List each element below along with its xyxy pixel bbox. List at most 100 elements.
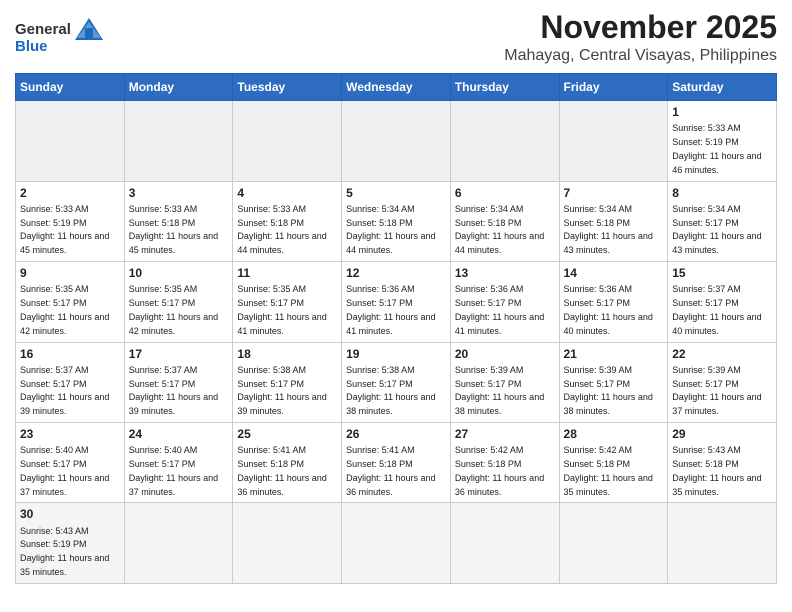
logo: General Blue (15, 10, 103, 55)
day-number: 20 (455, 346, 555, 362)
day-info: Sunrise: 5:36 AMSunset: 5:17 PMDaylight:… (455, 284, 544, 335)
day-info: Sunrise: 5:40 AMSunset: 5:17 PMDaylight:… (20, 445, 109, 496)
day-number: 6 (455, 185, 555, 201)
calendar-cell: 17 Sunrise: 5:37 AMSunset: 5:17 PMDayligh… (124, 342, 233, 422)
day-number: 24 (129, 426, 229, 442)
day-number: 25 (237, 426, 337, 442)
calendar-cell: 22Sunrise: 5:39 AMSunset: 5:17 PMDayligh… (668, 342, 777, 422)
calendar-cell: 14 Sunrise: 5:36 AMSunset: 5:17 PMDayligh… (559, 262, 668, 342)
calendar-cell: 2Sunrise: 5:33 AMSunset: 5:19 PMDaylight… (16, 181, 125, 261)
day-info: Sunrise: 5:43 AMSunset: 5:18 PMDaylight:… (672, 445, 761, 496)
calendar-cell: 8 Sunrise: 5:34 AMSunset: 5:17 PMDaylight… (668, 181, 777, 261)
calendar-cell: 1Sunrise: 5:33 AMSunset: 5:19 PMDaylight… (668, 101, 777, 181)
day-info: Sunrise: 5:38 AMSunset: 5:17 PMDaylight:… (237, 365, 326, 416)
day-info: Sunrise: 5:36 AMSunset: 5:17 PMDaylight:… (564, 284, 653, 335)
day-info: Sunrise: 5:34 AMSunset: 5:18 PMDaylight:… (455, 204, 544, 255)
header-tuesday: Tuesday (233, 74, 342, 101)
day-info: Sunrise: 5:33 AMSunset: 5:18 PMDaylight:… (237, 204, 326, 255)
day-number: 10 (129, 265, 229, 281)
calendar-cell (559, 503, 668, 583)
calendar-cell: 7Sunrise: 5:34 AMSunset: 5:18 PMDaylight… (559, 181, 668, 261)
day-number: 19 (346, 346, 446, 362)
header-thursday: Thursday (450, 74, 559, 101)
day-number: 4 (237, 185, 337, 201)
day-info: Sunrise: 5:40 AMSunset: 5:17 PMDaylight:… (129, 445, 218, 496)
calendar-cell (559, 101, 668, 181)
day-info: Sunrise: 5:35 AMSunset: 5:17 PMDaylight:… (129, 284, 218, 335)
day-info: Sunrise: 5:39 AMSunset: 5:17 PMDaylight:… (564, 365, 653, 416)
day-number: 7 (564, 185, 664, 201)
calendar-row: 16 Sunrise: 5:37 AMSunset: 5:17 PMDayligh… (16, 342, 777, 422)
calendar-row: 9 Sunrise: 5:35 AMSunset: 5:17 PMDaylight… (16, 262, 777, 342)
day-number: 28 (564, 426, 664, 442)
day-info: Sunrise: 5:33 AMSunset: 5:19 PMDaylight:… (672, 123, 761, 174)
calendar-cell: 16Sunrise: 5:37 AMSunset: 5:17 PMDayligh… (16, 342, 125, 422)
calendar-row: 23 Sunrise: 5:40 AMSunset: 5:17 PMDayligh… (16, 422, 777, 502)
calendar-cell: 6 Sunrise: 5:34 AMSunset: 5:18 PMDaylight… (450, 181, 559, 261)
calendar-cell (450, 503, 559, 583)
calendar-cell: 12 Sunrise: 5:36 AMSunset: 5:17 PMDayligh… (342, 262, 451, 342)
day-info: Sunrise: 5:42 AMSunset: 5:18 PMDaylight:… (455, 445, 544, 496)
calendar-cell: 10 Sunrise: 5:35 AMSunset: 5:17 PMDayligh… (124, 262, 233, 342)
calendar-cell: 30 Sunrise: 5:43 AMSunset: 5:19 PMDayligh… (16, 503, 125, 583)
day-info: Sunrise: 5:33 AMSunset: 5:18 PMDaylight:… (129, 204, 218, 255)
day-number: 26 (346, 426, 446, 442)
day-number: 30 (20, 506, 120, 522)
calendar-cell: 3Sunrise: 5:33 AMSunset: 5:18 PMDaylight… (124, 181, 233, 261)
calendar-cell: 29 Sunrise: 5:43 AMSunset: 5:18 PMDayligh… (668, 422, 777, 502)
header-friday: Friday (559, 74, 668, 101)
day-number: 15 (672, 265, 772, 281)
day-info: Sunrise: 5:41 AMSunset: 5:18 PMDaylight:… (237, 445, 326, 496)
day-number: 27 (455, 426, 555, 442)
calendar-row: 30 Sunrise: 5:43 AMSunset: 5:19 PMDayligh… (16, 503, 777, 583)
calendar-cell: 23 Sunrise: 5:40 AMSunset: 5:17 PMDayligh… (16, 422, 125, 502)
calendar-cell: 26 Sunrise: 5:41 AMSunset: 5:18 PMDayligh… (342, 422, 451, 502)
calendar-cell (668, 503, 777, 583)
month-title: November 2025 (504, 10, 777, 45)
day-info: Sunrise: 5:37 AMSunset: 5:17 PMDaylight:… (672, 284, 761, 335)
calendar-cell (124, 503, 233, 583)
calendar-cell: 4 Sunrise: 5:33 AMSunset: 5:18 PMDaylight… (233, 181, 342, 261)
calendar-cell: 27 Sunrise: 5:42 AMSunset: 5:18 PMDayligh… (450, 422, 559, 502)
calendar-cell (16, 101, 125, 181)
day-number: 8 (672, 185, 772, 201)
calendar-cell: 18 Sunrise: 5:38 AMSunset: 5:17 PMDayligh… (233, 342, 342, 422)
day-number: 14 (564, 265, 664, 281)
title-area: November 2025 Mahayag, Central Visayas, … (504, 10, 777, 65)
day-info: Sunrise: 5:41 AMSunset: 5:18 PMDaylight:… (346, 445, 435, 496)
day-number: 29 (672, 426, 772, 442)
day-number: 23 (20, 426, 120, 442)
day-number: 17 (129, 346, 229, 362)
day-info: Sunrise: 5:33 AMSunset: 5:19 PMDaylight:… (20, 204, 109, 255)
day-info: Sunrise: 5:37 AMSunset: 5:17 PMDaylight:… (129, 365, 218, 416)
calendar-cell: 28Sunrise: 5:42 AMSunset: 5:18 PMDayligh… (559, 422, 668, 502)
location-subtitle: Mahayag, Central Visayas, Philippines (504, 47, 777, 65)
calendar-table: Sunday Monday Tuesday Wednesday Thursday… (15, 73, 777, 584)
logo-icon (75, 18, 103, 40)
day-number: 11 (237, 265, 337, 281)
day-info: Sunrise: 5:36 AMSunset: 5:17 PMDaylight:… (346, 284, 435, 335)
calendar-cell: 9 Sunrise: 5:35 AMSunset: 5:17 PMDaylight… (16, 262, 125, 342)
calendar-cell: 20 Sunrise: 5:39 AMSunset: 5:17 PMDayligh… (450, 342, 559, 422)
day-info: Sunrise: 5:38 AMSunset: 5:17 PMDaylight:… (346, 365, 435, 416)
day-info: Sunrise: 5:35 AMSunset: 5:17 PMDaylight:… (20, 284, 109, 335)
logo-general-text: General (15, 21, 71, 38)
day-number: 21 (564, 346, 664, 362)
day-info: Sunrise: 5:39 AMSunset: 5:17 PMDaylight:… (455, 365, 544, 416)
calendar-cell: 15 Sunrise: 5:37 AMSunset: 5:17 PMDayligh… (668, 262, 777, 342)
day-info: Sunrise: 5:34 AMSunset: 5:17 PMDaylight:… (672, 204, 761, 255)
calendar-cell: 11Sunrise: 5:35 AMSunset: 5:17 PMDayligh… (233, 262, 342, 342)
logo-blue-text: Blue (15, 38, 48, 55)
day-number: 9 (20, 265, 120, 281)
weekday-header-row: Sunday Monday Tuesday Wednesday Thursday… (16, 74, 777, 101)
calendar-cell: 25 Sunrise: 5:41 AMSunset: 5:18 PMDayligh… (233, 422, 342, 502)
day-number: 12 (346, 265, 446, 281)
calendar-cell: 5Sunrise: 5:34 AMSunset: 5:18 PMDaylight… (342, 181, 451, 261)
day-info: Sunrise: 5:43 AMSunset: 5:19 PMDaylight:… (20, 526, 109, 577)
calendar-row: 1Sunrise: 5:33 AMSunset: 5:19 PMDaylight… (16, 101, 777, 181)
header-wednesday: Wednesday (342, 74, 451, 101)
day-number: 16 (20, 346, 120, 362)
header-sunday: Sunday (16, 74, 125, 101)
page-header: General Blue November 2025 Mahayag, Cent… (15, 10, 777, 65)
day-number: 18 (237, 346, 337, 362)
